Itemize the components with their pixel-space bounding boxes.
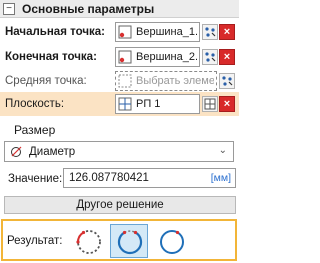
clear-start-button[interactable]: ×: [219, 24, 235, 40]
select-plane-button[interactable]: [202, 96, 218, 112]
chevron-down-icon: ⌄: [218, 145, 227, 156]
arc-major-dashed-icon: [76, 230, 101, 254]
clear-end-button[interactable]: ×: [219, 49, 235, 65]
size-type-select[interactable]: Диаметр ⌄: [4, 141, 234, 162]
arc-option-3[interactable]: [152, 224, 190, 258]
unit-selector[interactable]: [мм]: [211, 171, 231, 185]
mid-point-label: Средняя точка:: [5, 75, 87, 87]
vertex-icon: [118, 25, 132, 39]
value-label: Значение:: [8, 173, 63, 185]
start-point-label: Начальная точка:: [5, 26, 105, 38]
plane-row: Плоскость: РП 1 ×: [0, 92, 239, 116]
value-input[interactable]: 126.087780421 [мм]: [63, 168, 236, 188]
clear-plane-button[interactable]: ×: [219, 96, 235, 112]
arc-full-icon: [160, 230, 184, 254]
mid-point-placeholder: Выбрать элемент: [136, 75, 214, 87]
plane-field[interactable]: РП 1: [115, 94, 200, 114]
plane-value: РП 1: [136, 98, 161, 110]
pick-end-button[interactable]: [202, 49, 218, 65]
result-panel: Результат:: [1, 219, 237, 261]
end-point-label: Конечная точка:: [5, 51, 97, 63]
end-point-value: Вершина_2...: [136, 51, 197, 63]
diameter-icon: [11, 146, 22, 157]
plane-icon: [118, 97, 132, 111]
pick-start-button[interactable]: [202, 24, 218, 40]
pick-mid-button[interactable]: [219, 73, 235, 89]
end-point-field[interactable]: Вершина_2...: [115, 47, 200, 67]
pick-points-icon: [205, 27, 216, 37]
start-point-value: Вершина_1...: [136, 26, 197, 38]
plane-grid-icon: [204, 98, 216, 110]
arc-major-selected-icon: [117, 230, 143, 255]
size-type-value: Диаметр: [29, 146, 76, 158]
plane-label: Плоскость:: [5, 98, 65, 110]
arc-option-1[interactable]: [69, 224, 107, 258]
size-section-title: Размер: [14, 123, 56, 137]
pick-points-icon: [222, 76, 233, 86]
other-solution-button[interactable]: Другое решение: [4, 196, 236, 214]
arc-option-2[interactable]: [110, 224, 148, 258]
value-text: 126.087780421: [69, 172, 149, 184]
collapse-button[interactable]: −: [3, 3, 15, 15]
empty-selection-icon: [118, 74, 132, 88]
start-point-field[interactable]: Вершина_1...: [115, 22, 200, 42]
result-label: Результат:: [7, 235, 63, 247]
pick-points-icon: [205, 52, 216, 62]
section-title: Основные параметры: [22, 2, 155, 16]
vertex-icon: [118, 50, 132, 64]
mid-point-field[interactable]: Выбрать элемент: [115, 71, 217, 91]
section-header: − Основные параметры: [0, 0, 239, 18]
